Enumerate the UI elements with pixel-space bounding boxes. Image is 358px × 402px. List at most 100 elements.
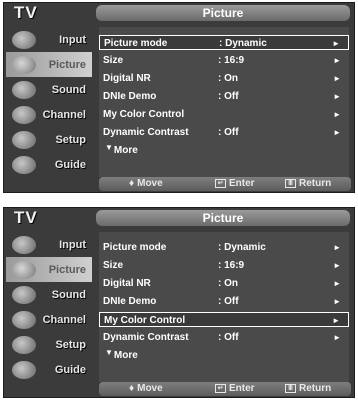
footer-move-label: Move xyxy=(137,383,163,394)
menu-row-my-color-control[interactable]: My Color Control ► xyxy=(99,107,349,122)
footer-bar: ♦ Move ↵ Enter Ⅲ Return xyxy=(99,177,351,191)
footer-return: Ⅲ Return xyxy=(285,178,331,189)
sidebar-item-input[interactable]: Input xyxy=(6,27,92,52)
row-label: Size xyxy=(103,260,124,271)
input-icon xyxy=(12,235,36,254)
menu-row-dnie-demo[interactable]: DNIe Demo : Off ► xyxy=(99,294,349,309)
sidebar-item-channel[interactable]: Channel xyxy=(6,102,92,127)
menu-row-dnie-demo[interactable]: DNIe Demo : Off ► xyxy=(99,89,349,104)
row-value: : Off xyxy=(218,91,239,102)
enter-icon: ↵ xyxy=(215,179,226,188)
return-icon: Ⅲ xyxy=(285,384,296,393)
sidebar-item-input[interactable]: Input xyxy=(6,232,92,257)
arrow-right-icon: ► xyxy=(333,128,341,137)
sidebar-item-setup[interactable]: Setup xyxy=(6,332,92,357)
sound-icon xyxy=(12,80,36,99)
footer-return: Ⅲ Return xyxy=(285,383,331,394)
sidebar-item-label: Picture xyxy=(48,263,86,276)
row-label: Picture mode xyxy=(103,242,167,253)
input-icon xyxy=(12,30,36,49)
sidebar-item-channel[interactable]: Channel xyxy=(6,307,92,332)
setup-icon xyxy=(12,130,36,149)
sidebar: Input Picture Sound Channel Setup Guide xyxy=(6,27,92,177)
footer-enter: ↵ Enter xyxy=(215,383,255,394)
menu-row-picture-mode[interactable]: Picture mode : Dynamic ► xyxy=(99,240,349,255)
menu-row-picture-mode[interactable]: Picture mode : Dynamic ► xyxy=(99,35,349,50)
more-item[interactable]: ▼More xyxy=(105,143,138,156)
arrow-right-icon: ► xyxy=(333,110,341,119)
footer-enter-label: Enter xyxy=(229,178,255,189)
footer-enter-label: Enter xyxy=(229,383,255,394)
more-label: More xyxy=(113,350,138,361)
row-value: : On xyxy=(218,73,238,84)
sidebar-item-sound[interactable]: Sound xyxy=(6,77,92,102)
arrow-right-icon: ► xyxy=(332,316,340,325)
sidebar-item-sound[interactable]: Sound xyxy=(6,282,92,307)
row-value: : Dynamic xyxy=(218,242,266,253)
menu-row-dynamic-contrast[interactable]: Dynamic Contrast : Off ► xyxy=(99,330,349,345)
sidebar-item-setup[interactable]: Setup xyxy=(6,127,92,152)
picture-menu: Picture mode : Dynamic ► Size : 16:9 ► D… xyxy=(99,27,349,177)
arrow-right-icon: ► xyxy=(332,39,340,48)
arrow-right-icon: ► xyxy=(333,92,341,101)
menu-row-digital-nr[interactable]: Digital NR : On ► xyxy=(99,276,349,291)
sidebar-item-picture[interactable]: Picture xyxy=(6,52,92,77)
setup-icon xyxy=(12,335,36,354)
arrow-right-icon: ► xyxy=(333,279,341,288)
arrow-right-icon: ► xyxy=(333,243,341,252)
panel-title: Picture xyxy=(202,6,244,20)
sidebar-item-guide[interactable]: Guide xyxy=(6,152,92,177)
tv-label: TV xyxy=(14,208,38,227)
return-icon: Ⅲ xyxy=(285,179,296,188)
row-label: Picture mode xyxy=(104,38,168,49)
row-label: DNIe Demo xyxy=(103,91,157,102)
footer-return-label: Return xyxy=(299,383,332,394)
sidebar-item-label: Setup xyxy=(55,338,86,351)
row-label: My Color Control xyxy=(104,315,186,326)
more-label: More xyxy=(113,145,138,156)
move-arrows-icon: ♦ xyxy=(129,383,135,394)
picture-icon xyxy=(12,260,36,279)
channel-icon xyxy=(12,105,36,124)
row-label: Dynamic Contrast xyxy=(103,332,189,343)
tv-menu-screen-1: TV Picture Input Picture Sound Channel S… xyxy=(3,2,355,193)
channel-icon xyxy=(12,310,36,329)
sidebar-item-label: Channel xyxy=(42,313,86,326)
row-label: DNIe Demo xyxy=(103,296,157,307)
row-label: Digital NR xyxy=(103,278,151,289)
row-label: Digital NR xyxy=(103,73,151,84)
menu-row-dynamic-contrast[interactable]: Dynamic Contrast : Off ► xyxy=(99,125,349,140)
menu-row-size[interactable]: Size : 16:9 ► xyxy=(99,53,349,68)
sidebar-item-label: Input xyxy=(59,238,86,251)
enter-icon: ↵ xyxy=(215,384,226,393)
sidebar-item-label: Picture xyxy=(48,58,86,71)
guide-icon xyxy=(12,155,36,174)
menu-row-size[interactable]: Size : 16:9 ► xyxy=(99,258,349,273)
panel-title-bar: Picture xyxy=(96,210,350,226)
picture-menu: Picture mode : Dynamic ► Size : 16:9 ► D… xyxy=(99,232,349,382)
panel-title-bar: Picture xyxy=(96,5,350,21)
row-value: : Off xyxy=(218,127,239,138)
arrow-right-icon: ► xyxy=(333,333,341,342)
footer-move: ♦ Move xyxy=(129,178,163,189)
footer-bar: ♦ Move ↵ Enter Ⅲ Return xyxy=(99,382,351,396)
footer-return-label: Return xyxy=(299,178,332,189)
row-value: : 16:9 xyxy=(218,55,245,66)
row-value: : Off xyxy=(218,332,239,343)
sidebar-item-picture[interactable]: Picture xyxy=(6,257,92,282)
row-label: Size xyxy=(103,55,124,66)
menu-row-my-color-control[interactable]: My Color Control ► xyxy=(99,312,349,327)
sidebar-item-guide[interactable]: Guide xyxy=(6,357,92,382)
more-item[interactable]: ▼More xyxy=(105,348,138,361)
tv-label: TV xyxy=(14,3,38,22)
arrow-right-icon: ► xyxy=(333,56,341,65)
sidebar-item-label: Input xyxy=(59,33,86,46)
footer-enter: ↵ Enter xyxy=(215,178,255,189)
move-arrows-icon: ♦ xyxy=(129,178,135,189)
arrow-right-icon: ► xyxy=(333,74,341,83)
sidebar-item-label: Sound xyxy=(51,83,86,96)
row-value: : 16:9 xyxy=(218,260,245,271)
menu-row-digital-nr[interactable]: Digital NR : On ► xyxy=(99,71,349,86)
arrow-right-icon: ► xyxy=(333,261,341,270)
sidebar-item-label: Guide xyxy=(54,158,86,171)
